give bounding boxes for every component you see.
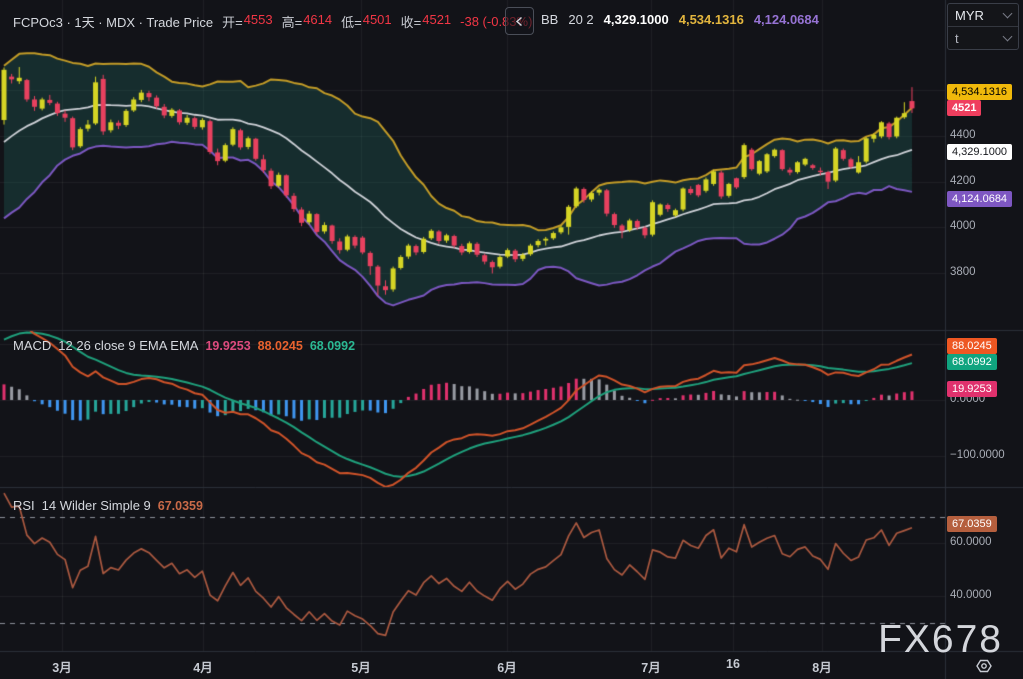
bb-lower-value: 4,124.0684: [753, 12, 819, 27]
currency-dropdown[interactable]: MYR: [948, 4, 1018, 26]
bb-lower-tag: 4,124.0684: [947, 191, 1013, 207]
bb-basis-value: 4,329.1000: [603, 12, 669, 27]
rsi-name: RSI: [13, 498, 35, 513]
macd-indicator-legend[interactable]: MACD 12 26 close 9 EMA EMA 19.9253 88.02…: [13, 338, 355, 353]
time-axis-label: 5月: [351, 661, 371, 675]
rsi-axis-tick: 60.0000: [950, 536, 992, 548]
macd-params: 12 26 close 9 EMA EMA: [58, 338, 199, 353]
macd-line-value: 88.0245: [257, 338, 303, 353]
open-label: 开=: [222, 15, 243, 30]
watermark: FX678: [878, 618, 1003, 661]
rsi-indicator-legend[interactable]: RSI 14 Wilder Simple 9 67.0359: [13, 498, 203, 513]
time-axis-label: 3月: [52, 661, 72, 675]
macd-signal-tag: 68.0992: [947, 353, 997, 370]
rsi-params: 14 Wilder Simple 9: [41, 498, 151, 513]
macd-line-tag: 88.0245: [947, 337, 997, 354]
high-value: 4614: [303, 12, 333, 27]
time-axis-label: 4月: [193, 661, 213, 675]
price-axis-tick: 4200: [950, 174, 976, 187]
rsi-value: 67.0359: [157, 498, 203, 513]
overlay-layer: FCPOc3 · 1天 · MDX · Trade Price 开= 4553 …: [0, 0, 1023, 679]
macd-hist-value: 19.9253: [205, 338, 251, 353]
price-axis-tick: 3800: [950, 265, 976, 278]
bb-name: BB: [541, 12, 559, 27]
macd-hist-tag: 19.9253: [947, 380, 997, 397]
macd-signal-value: 68.0992: [309, 338, 356, 353]
time-axis-label: 16: [726, 657, 740, 671]
currency-value: MYR: [955, 7, 984, 23]
macd-name: MACD: [13, 338, 52, 353]
symbol-legend[interactable]: FCPOc3 · 1天 · MDX · Trade Price 开= 4553 …: [13, 12, 532, 31]
rsi-tag: 67.0359: [947, 516, 997, 533]
macd-axis-tick: −100.0000: [950, 449, 1005, 461]
time-axis-label: 8月: [812, 661, 832, 675]
bb-upper-tag: 4,534.1316: [947, 84, 1013, 101]
bb-basis-tag: 4,329.1000: [947, 144, 1013, 161]
ohlc-low: 低= 4501: [341, 12, 392, 31]
bb-upper-value: 4,534.1316: [678, 12, 744, 27]
bb-params: 20 2: [568, 12, 594, 27]
close-value: 4521: [422, 12, 452, 27]
chevron-left-icon: [515, 16, 522, 26]
time-axis-label: 6月: [497, 661, 517, 675]
price-axis-tick: 4000: [950, 220, 976, 233]
close-label: 收=: [400, 15, 422, 30]
price-scale-selector: MYR t: [947, 3, 1019, 50]
rsi-axis-tick: 40.0000: [950, 589, 992, 601]
ohlc-open: 开= 4553: [222, 12, 273, 31]
low-label: 低=: [341, 15, 362, 30]
scale-settings-button[interactable]: [975, 657, 993, 675]
ohlc-close: 收= 4521: [401, 12, 452, 31]
symbol-title: FCPOc3 · 1天 · MDX · Trade Price: [13, 15, 214, 30]
chevron-down-icon: [1002, 8, 1013, 19]
bb-indicator-legend[interactable]: BB 20 2 4,329.1000 4,534.1316 4,124.0684: [541, 12, 819, 27]
low-value: 4501: [362, 12, 392, 27]
ohlc-high: 高= 4614: [282, 12, 333, 31]
time-axis-label: 7月: [641, 661, 661, 675]
unit-dropdown[interactable]: t: [948, 26, 1018, 49]
unit-value: t: [955, 30, 959, 46]
last-price-tag: 4521: [947, 100, 982, 117]
high-label: 高=: [281, 15, 303, 30]
open-value: 4553: [243, 12, 273, 27]
price-axis-tick: 4400: [950, 129, 976, 141]
chart-window: FCPOc3 · 1天 · MDX · Trade Price 开= 4553 …: [0, 0, 1023, 679]
chevron-down-icon: [1002, 31, 1013, 42]
gear-icon: [976, 659, 992, 673]
collapse-legend-button[interactable]: [505, 7, 534, 35]
